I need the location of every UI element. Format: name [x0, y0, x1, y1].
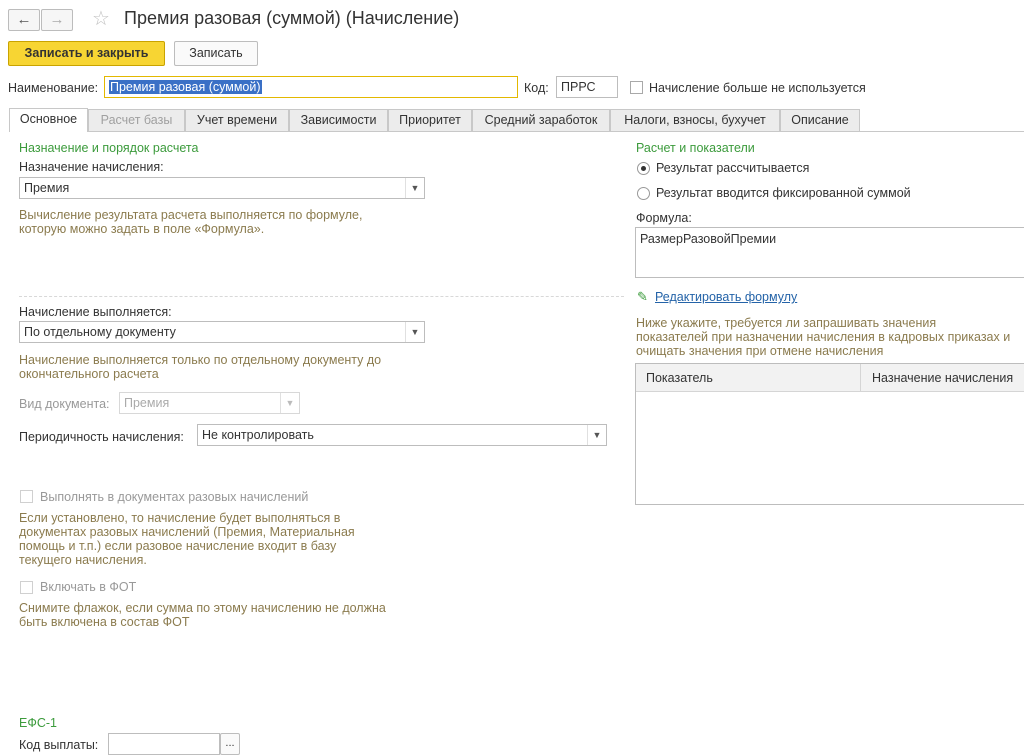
purpose-hint-line: которую можно задать в поле «Формула». [19, 222, 265, 236]
forward-button[interactable]: → [41, 9, 73, 31]
edit-formula-link[interactable]: Редактировать формулу [655, 290, 797, 304]
save-and-close-button[interactable]: Записать и закрыть [8, 41, 165, 66]
perform-hint-line: Начисление выполняется только по отдельн… [19, 353, 382, 367]
oneoff-hint-line: Если установлено, то начисление будет вы… [19, 511, 341, 525]
oneoff-hint-line: текущего начисления. [19, 553, 147, 567]
fot-hint-line: Снимите флажок, если сумма по этому начи… [19, 601, 386, 615]
tab-description[interactable]: Описание [780, 109, 860, 131]
tab-average-earnings[interactable]: Средний заработок [472, 109, 610, 131]
purpose-label: Назначение начисления: [19, 160, 164, 174]
name-label: Наименование: [8, 81, 99, 95]
save-button[interactable]: Записать [174, 41, 258, 66]
name-value: Премия разовая (суммой) [109, 80, 262, 94]
perform-select[interactable]: По отдельному документу ▼ [19, 321, 425, 343]
fot-label: Включать в ФОТ [40, 580, 137, 594]
tab-main[interactable]: Основное [9, 108, 88, 132]
doctype-value: Премия [124, 396, 170, 410]
section-divider [19, 296, 624, 297]
tab-dependencies[interactable]: Зависимости [289, 109, 388, 131]
tabs-divider [9, 131, 1024, 132]
pay-code-label: Код выплаты: [19, 738, 99, 752]
radio-fixed-label: Результат вводится фиксированной суммой [656, 186, 911, 200]
perform-label: Начисление выполняется: [19, 305, 172, 319]
page-title: Премия разовая (суммой) (Начисление) [124, 8, 460, 28]
purpose-hint-line: Вычисление результата расчета выполняетс… [19, 208, 363, 222]
code-field[interactable]: ПРРС [556, 76, 618, 98]
efs-section-title: ЕФС-1 [19, 716, 57, 730]
oneoff-hint-line: документах разовых начислений (Премия, М… [19, 525, 355, 539]
unused-label: Начисление больше не используется [649, 81, 866, 95]
period-label: Периодичность начисления: [19, 430, 184, 444]
purpose-select[interactable]: Премия ▼ [19, 177, 425, 199]
chevron-down-icon: ▼ [280, 393, 299, 413]
doctype-label: Вид документа: [19, 397, 110, 411]
name-field[interactable]: Премия разовая (суммой) [104, 76, 518, 98]
doctype-select: Премия ▼ [119, 392, 300, 414]
column-header-purpose[interactable]: Назначение начисления [872, 371, 1013, 385]
fot-hint-line: быть включена в состав ФОТ [19, 615, 190, 629]
star-icon[interactable]: ☆ [92, 6, 110, 31]
indicators-table-header: Показатель Назначение начисления [636, 364, 1024, 392]
perform-hint-line: окончательного расчета [19, 367, 159, 381]
indicators-note-line: Ниже укажите, требуется ли запрашивать з… [636, 316, 937, 330]
indicators-note-line: очищать значения при отмене начисления [636, 344, 884, 358]
oneoff-checkbox [20, 490, 33, 503]
purpose-value: Премия [24, 181, 70, 195]
formula-field[interactable]: РазмерРазовойПремии [635, 227, 1024, 278]
tab-priority[interactable]: Приоритет [388, 109, 472, 131]
chevron-down-icon[interactable]: ▼ [587, 425, 606, 445]
pencil-icon[interactable]: ✎ [637, 289, 648, 305]
radio-fixed[interactable] [637, 187, 650, 200]
pay-code-select-button[interactable]: ... [220, 733, 240, 755]
radio-calculated-label: Результат рассчитывается [656, 161, 810, 175]
chevron-down-icon[interactable]: ▼ [405, 178, 424, 198]
left-section-title: Назначение и порядок расчета [19, 141, 199, 155]
indicators-note: Ниже укажите, требуется ли запрашивать з… [636, 316, 1010, 358]
right-section-title: Расчет и показатели [636, 141, 755, 155]
radio-calculated[interactable] [637, 162, 650, 175]
tab-taxes[interactable]: Налоги, взносы, бухучет [610, 109, 780, 131]
formula-value: РазмерРазовойПремии [640, 232, 777, 246]
pay-code-field[interactable] [108, 733, 220, 755]
perform-hint: Начисление выполняется только по отдельн… [19, 353, 381, 381]
indicators-note-line: показателей при назначении начисления в … [636, 330, 1011, 344]
column-header-indicator[interactable]: Показатель [646, 371, 713, 385]
column-divider [860, 364, 861, 392]
chevron-down-icon[interactable]: ▼ [405, 322, 424, 342]
indicators-table[interactable]: Показатель Назначение начисления [635, 363, 1024, 505]
back-button[interactable]: ← [8, 9, 40, 31]
perform-value: По отдельному документу [24, 325, 176, 339]
oneoff-hint-line: помощь и т.п.) если разовое начисление в… [19, 539, 337, 553]
fot-checkbox [20, 581, 33, 594]
code-label: Код: [524, 81, 549, 95]
fot-hint: Снимите флажок, если сумма по этому начи… [19, 601, 386, 629]
tab-base-calc[interactable]: Расчет базы [88, 109, 185, 131]
formula-label: Формула: [636, 211, 692, 225]
period-value: Не контролировать [202, 428, 314, 442]
oneoff-hint: Если установлено, то начисление будет вы… [19, 511, 355, 567]
period-select[interactable]: Не контролировать ▼ [197, 424, 607, 446]
oneoff-label: Выполнять в документах разовых начислени… [40, 490, 309, 504]
purpose-hint: Вычисление результата расчета выполняетс… [19, 208, 362, 236]
unused-checkbox[interactable] [630, 81, 643, 94]
tab-time-accounting[interactable]: Учет времени [185, 109, 289, 131]
